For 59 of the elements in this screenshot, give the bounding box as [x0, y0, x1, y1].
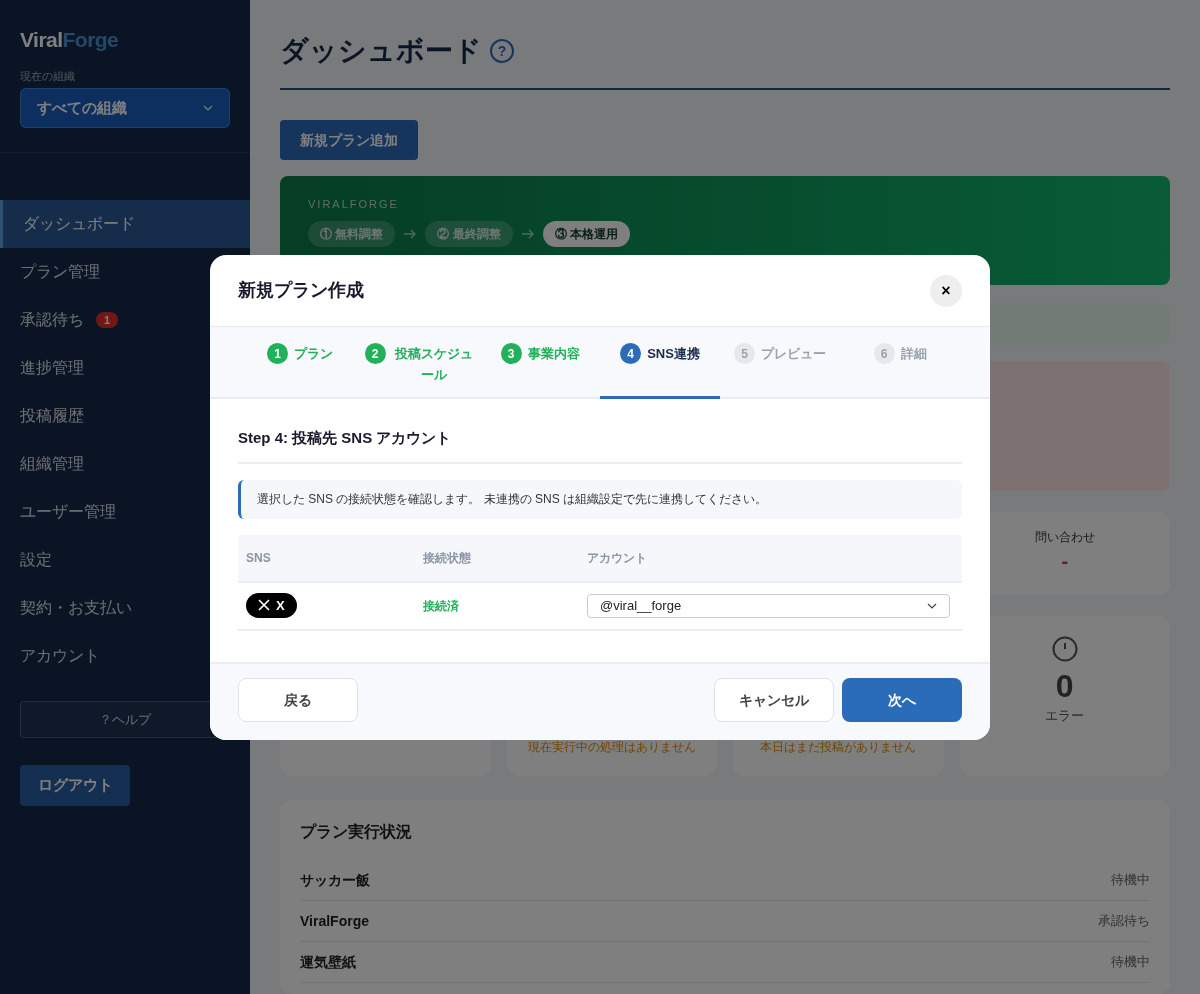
step-tab[interactable]: 5 プレビュー — [720, 327, 840, 399]
x-logo-icon — [258, 599, 270, 612]
step-number: 2 — [364, 343, 386, 364]
step-label: プラン — [294, 345, 333, 363]
step-label: 事業内容 — [527, 345, 580, 363]
step-number: 5 — [734, 343, 755, 364]
plan-name: 運気壁紙 — [300, 952, 356, 972]
step-heading: Step 4: 投稿先 SNS アカウント — [238, 427, 962, 464]
plan-status: 承認待ち — [1098, 912, 1150, 931]
modal-title: 新規プラン作成 — [238, 279, 364, 302]
page-title: ダッシュボード — [280, 34, 482, 68]
step-tab[interactable]: 1 プラン — [240, 327, 360, 399]
stage-pill: ③ 本格運用 — [542, 220, 631, 247]
clock-icon — [1051, 636, 1078, 662]
step-tab[interactable]: 6 詳細 — [840, 327, 960, 399]
step-label: プレビュー — [761, 345, 826, 363]
step-number: 1 — [267, 343, 288, 364]
step-tab[interactable]: 3 事業内容 — [480, 327, 600, 399]
status-value: 0 — [1055, 667, 1074, 706]
banner-brand: VIRALFORGE — [308, 197, 400, 212]
org-select[interactable]: すべての組織 — [20, 88, 230, 128]
plan-status: 待機中 — [1111, 953, 1150, 972]
stat-value: - — [1061, 549, 1069, 574]
chevron-down-icon — [927, 602, 937, 609]
step-number: 4 — [620, 343, 642, 364]
info-message: 選択した SNS の接続状態を確認します。 未連携の SNS は組織設定で先に連携してください。 — [238, 479, 962, 519]
column-header: 接続状態 — [423, 549, 472, 567]
status-note: 本日はまだ投稿がありません — [760, 739, 917, 756]
chevron-down-icon — [203, 105, 213, 111]
step-tab[interactable]: 4 SNS連携 — [600, 327, 720, 399]
status-label: エラー — [1045, 707, 1085, 725]
step-tab[interactable]: 2 投稿スケジュール — [360, 327, 480, 399]
nav-label: 承認待ち — [20, 310, 84, 330]
close-button[interactable]: × — [930, 274, 962, 307]
sns-badge: X — [246, 592, 297, 618]
next-button[interactable]: 次へ — [842, 678, 962, 722]
stat-label: 問い合わせ — [1034, 529, 1095, 546]
plan-status: 待機中 — [1111, 871, 1150, 890]
logo: ViralForge — [20, 27, 120, 53]
step-label: 投稿スケジュール — [393, 345, 474, 384]
step-label: SNS連携 — [647, 345, 700, 363]
account-select[interactable]: @viral__forge — [587, 593, 950, 618]
add-plan-button[interactable]: 新規プラン追加 — [280, 120, 418, 160]
step-number: 3 — [500, 343, 522, 364]
cancel-button[interactable]: キャンセル — [714, 678, 834, 722]
count-badge: 1 — [96, 312, 119, 328]
column-header: SNS — [246, 549, 272, 567]
section-title: プラン実行状況 — [300, 822, 413, 842]
plan-name: サッカー飯 — [300, 870, 370, 890]
step-number: 6 — [873, 343, 895, 364]
plan-name: ViralForge — [300, 911, 369, 931]
status-note: 現在実行中の処理はありません — [527, 739, 696, 756]
logout-button[interactable]: ログアウト — [20, 765, 130, 806]
step-label: 詳細 — [900, 345, 927, 363]
nav-item[interactable]: ダッシュボード — [0, 200, 250, 248]
column-header: アカウント — [587, 549, 648, 567]
back-button[interactable]: 戻る — [238, 678, 358, 722]
help-icon[interactable]: ? — [490, 39, 514, 63]
connection-status: 接続済 — [423, 597, 460, 615]
